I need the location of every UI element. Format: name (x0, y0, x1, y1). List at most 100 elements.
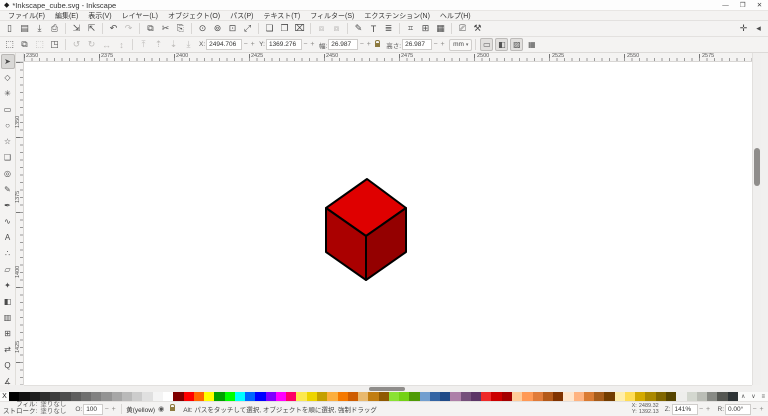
height-decrement-icon[interactable]: − (432, 41, 439, 48)
width-decrement-icon[interactable]: − (358, 41, 365, 48)
color-swatch[interactable] (214, 392, 225, 401)
pencil-tool[interactable]: ✎ (1, 182, 15, 197)
transform-gradient-toggle-button[interactable]: ▨ (510, 38, 524, 51)
current-layer-dropdown[interactable]: 黄(yellow) (126, 404, 155, 414)
zoom-increment-icon[interactable]: + (705, 406, 712, 413)
fill-tool[interactable]: ◧ (1, 294, 15, 309)
mesh-tool[interactable]: ⊞ (1, 326, 15, 341)
menu-edit[interactable]: 編集(E) (50, 11, 83, 21)
color-swatch[interactable] (491, 392, 502, 401)
color-swatch[interactable] (204, 392, 215, 401)
menu-filters[interactable]: フィルター(S) (305, 11, 359, 21)
color-swatch[interactable] (460, 392, 471, 401)
spray-tool[interactable]: ∴ (1, 246, 15, 261)
ungroup-button[interactable]: ⧇ (329, 22, 344, 36)
color-swatch[interactable] (399, 392, 410, 401)
color-swatch[interactable] (9, 392, 20, 401)
palette-scroll-up-icon[interactable]: ∧ (741, 393, 745, 400)
palette-menu-icon[interactable]: ≡ (762, 394, 766, 400)
color-swatch[interactable] (152, 392, 163, 401)
menu-layer[interactable]: レイヤー(L) (117, 11, 163, 21)
color-swatch[interactable] (378, 392, 389, 401)
horizontal-scrollbar-thumb[interactable] (369, 387, 405, 391)
lock-ratio-icon[interactable] (375, 39, 381, 47)
save-document-button[interactable]: ⤓ (32, 22, 47, 36)
gradient-tool[interactable]: ▥ (1, 310, 15, 325)
color-swatch[interactable] (440, 392, 451, 401)
color-swatch[interactable] (594, 392, 605, 401)
red-cube-drawing[interactable] (324, 178, 408, 282)
xml-editor-button[interactable]: ⌗ (403, 22, 418, 36)
canvas[interactable] (24, 62, 752, 385)
selector-tool[interactable]: ➤ (0, 54, 15, 69)
no-color-swatch[interactable]: X (0, 392, 9, 401)
color-swatch[interactable] (696, 392, 708, 401)
color-swatch[interactable] (450, 392, 461, 401)
zoom-page-button[interactable]: ⊡ (225, 22, 240, 36)
color-swatch[interactable] (29, 392, 40, 401)
color-swatch[interactable] (563, 392, 574, 401)
flip-vertical-button[interactable]: ↕ (114, 38, 129, 52)
redo-button[interactable]: ↷ (121, 22, 136, 36)
restore-button[interactable]: ❐ (734, 0, 751, 10)
color-swatch[interactable] (306, 392, 317, 401)
calligraphy-tool[interactable]: ∿ (1, 214, 15, 229)
eraser-tool[interactable]: ▱ (1, 262, 15, 277)
color-swatch[interactable] (573, 392, 584, 401)
palette-scroll-down-icon[interactable]: ∨ (751, 393, 755, 400)
tweak-tool[interactable]: ✳ (1, 86, 15, 101)
rectangle-tool[interactable]: ▭ (1, 102, 15, 117)
color-swatch[interactable] (686, 392, 697, 401)
color-swatch[interactable] (645, 392, 656, 401)
transform-corners-toggle-button[interactable]: ◧ (495, 38, 509, 51)
color-swatch[interactable] (80, 392, 92, 401)
duplicate-button[interactable]: ❏ (262, 22, 277, 36)
color-swatch[interactable] (265, 392, 276, 401)
color-swatch[interactable] (419, 392, 430, 401)
print-document-button[interactable]: ⎙ (47, 22, 62, 36)
layer-visibility-icon[interactable]: ◉ (158, 405, 164, 413)
color-swatch[interactable] (542, 392, 554, 401)
rotate-90-cw-button[interactable]: ↻ (84, 38, 99, 52)
color-swatch[interactable] (707, 392, 718, 401)
transform-stroke-toggle-button[interactable]: ▭ (480, 38, 494, 51)
select-all-layers-button[interactable]: ⧉ (17, 38, 32, 52)
color-swatch[interactable] (70, 392, 81, 401)
close-button[interactable]: ✕ (751, 0, 768, 10)
color-swatch[interactable] (727, 392, 738, 401)
copy-button[interactable]: ⧉ (143, 22, 158, 36)
color-swatch[interactable] (91, 392, 102, 401)
zoom-decrement-icon[interactable]: − (698, 406, 705, 413)
color-swatch[interactable] (368, 392, 379, 401)
color-swatch[interactable] (635, 392, 646, 401)
text-tool[interactable]: A (1, 230, 15, 245)
color-swatch[interactable] (583, 392, 595, 401)
color-swatch[interactable] (286, 392, 297, 401)
horizontal-scrollbar[interactable] (24, 385, 752, 392)
fill-stroke-dialog-button[interactable]: ✎ (351, 22, 366, 36)
height-field[interactable] (402, 39, 433, 50)
color-swatch[interactable] (347, 392, 359, 401)
zoom-page-width-button[interactable]: ⤢ (240, 22, 255, 36)
color-swatch[interactable] (666, 392, 677, 401)
y-field[interactable] (265, 39, 302, 50)
dropper-tool[interactable]: ✦ (1, 278, 15, 293)
color-swatch[interactable] (173, 392, 184, 401)
group-button[interactable]: ⧈ (314, 22, 329, 36)
y-decrement-icon[interactable]: − (302, 41, 309, 48)
color-swatch[interactable] (409, 392, 420, 401)
color-swatch[interactable] (255, 392, 266, 401)
x-decrement-icon[interactable]: − (242, 41, 249, 48)
color-swatch[interactable] (19, 392, 30, 401)
document-properties-button[interactable]: ⎚ (455, 22, 470, 36)
rotate-90-ccw-button[interactable]: ↺ (69, 38, 84, 52)
lower-button[interactable]: ⇣ (166, 38, 181, 52)
x-increment-icon[interactable]: + (249, 41, 256, 48)
color-swatch[interactable] (624, 392, 636, 401)
units-dropdown[interactable]: mm ▾ (449, 38, 473, 51)
color-swatch[interactable] (717, 392, 728, 401)
text-dialog-button[interactable]: T (366, 22, 381, 36)
color-swatch[interactable] (132, 392, 143, 401)
transform-pattern-toggle-button[interactable]: ▦ (525, 38, 538, 51)
undo-button[interactable]: ↶ (106, 22, 121, 36)
